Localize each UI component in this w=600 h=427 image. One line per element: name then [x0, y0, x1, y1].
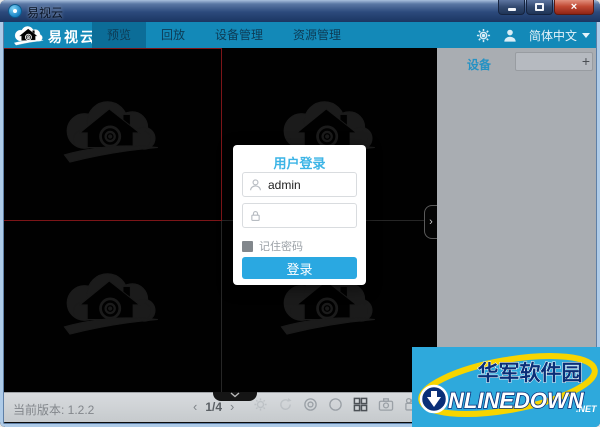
remember-password-label: 记住密码 — [259, 241, 303, 253]
remember-password-option[interactable]: 记住密码 — [242, 238, 303, 254]
language-label: 简体中文 — [528, 28, 577, 43]
ad-swoosh-ellipse — [418, 353, 598, 417]
user-icon — [249, 178, 262, 197]
settings-gear-icon[interactable] — [476, 28, 491, 43]
panel-collapse-handle[interactable]: › — [424, 205, 437, 239]
close-button[interactable]: × — [554, 0, 594, 15]
ad-watermark: 华军软件园 NLINEDOWN .NET — [412, 347, 600, 427]
tab-playback[interactable]: 回放 — [146, 22, 200, 48]
record-icon[interactable] — [303, 397, 318, 412]
password-field-wrap — [242, 203, 357, 228]
tour-settings-gear-icon[interactable] — [253, 397, 268, 412]
app-window: 易视云 × .bgfill{fill:#1389b8} 易视云 预览 回放 设备… — [0, 0, 600, 427]
grid-layout-icon[interactable] — [353, 397, 368, 412]
language-selector[interactable]: 简体中文 — [529, 27, 590, 44]
tab-device-management[interactable]: 设备管理 — [200, 22, 278, 48]
chevron-down-icon — [230, 392, 240, 398]
add-device-button[interactable]: + — [579, 53, 593, 70]
ad-site-name-en: NLINEDOWN — [448, 388, 585, 413]
username-input[interactable] — [268, 174, 354, 195]
ad-site-name-cn: 华军软件园 — [478, 361, 583, 385]
next-page-button[interactable]: › — [230, 399, 234, 414]
minimize-icon — [507, 7, 516, 11]
login-dialog-title: 用户登录 — [273, 156, 326, 171]
page-navigator: ‹ 1/4 › — [193, 399, 234, 414]
user-account-icon[interactable] — [503, 28, 517, 43]
login-button[interactable]: 登录 — [242, 257, 357, 279]
login-dialog: 用户登录 记住密码 登录 — [233, 145, 366, 285]
chevron-right-icon: › — [429, 216, 433, 228]
video-tile-watermark-logo[interactable]: .bgfill{fill:#010101} — [57, 94, 167, 168]
app-icon — [8, 4, 22, 18]
minimize-button[interactable] — [498, 0, 525, 15]
chevron-down-icon — [582, 32, 590, 38]
window-title: 易视云 — [27, 6, 64, 20]
password-input[interactable] — [268, 205, 354, 226]
maximize-icon — [535, 3, 544, 11]
tab-preview[interactable]: 预览 — [92, 22, 147, 48]
device-panel-title: 设备 — [467, 58, 492, 72]
tab-resource-management[interactable]: 资源管理 — [278, 22, 356, 48]
maximize-button[interactable] — [526, 0, 553, 15]
title-bar[interactable]: 易视云 × — [0, 0, 600, 22]
refresh-icon[interactable] — [278, 397, 293, 412]
snapshot-camera-icon[interactable] — [378, 397, 394, 412]
close-icon: × — [570, 0, 578, 13]
video-grid: .bgfill{fill:#010101} › — [3, 48, 437, 392]
page-indicator: 1/4 — [205, 399, 223, 414]
prev-page-button[interactable]: ‹ — [193, 399, 197, 414]
version-label: 当前版本: 1.2.2 — [13, 403, 95, 417]
video-tile-watermark-logo[interactable] — [57, 266, 167, 340]
brand-cloud-camera-icon: .bgfill{fill:#1389b8} — [13, 26, 44, 46]
nav-tabs: 预览 回放 设备管理 资源管理 — [92, 22, 356, 48]
stop-all-icon[interactable] — [328, 397, 343, 412]
username-field-wrap — [242, 172, 357, 197]
lock-icon — [249, 209, 262, 228]
ad-site-tld: .NET — [576, 404, 598, 414]
brand-name: 易视云 — [48, 29, 96, 45]
nav-bar: .bgfill{fill:#1389b8} 易视云 预览 回放 设备管理 资源管… — [0, 22, 600, 48]
checkbox-icon[interactable] — [242, 240, 253, 252]
